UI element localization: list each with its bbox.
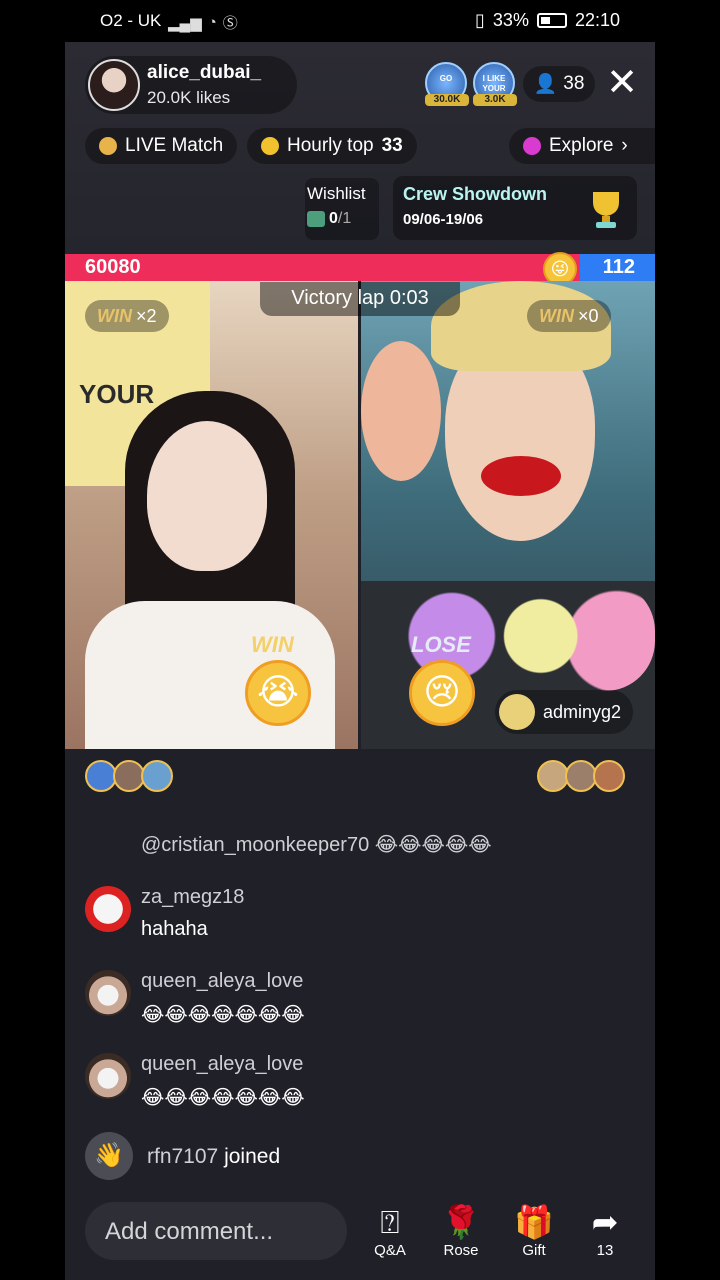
- opponent-name: adminyg2: [543, 701, 622, 722]
- supporter-avatar[interactable]: [593, 760, 625, 792]
- chevron-right-icon: ›: [621, 135, 628, 156]
- crying-pleading-emoji-icon: 😭: [245, 660, 311, 726]
- wave-icon: 👋: [85, 1132, 133, 1180]
- vibrate-icon: ▯: [475, 10, 485, 30]
- wifi-icon: ◔: [207, 14, 217, 31]
- live-stream-screen: alice_dubai_ 20.0K likes GO 30.0K I LIKE…: [65, 42, 655, 1280]
- host-avatar[interactable]: [88, 59, 140, 111]
- flame-icon: [261, 137, 279, 155]
- host-supporters[interactable]: [85, 760, 173, 792]
- host-likes: 20.0K likes: [147, 88, 231, 107]
- close-button[interactable]: ✕: [605, 64, 639, 102]
- clock: 22:10: [574, 10, 620, 30]
- lose-label: LOSE: [411, 632, 471, 657]
- wishlist-total: /1: [337, 210, 352, 227]
- chat-avatar[interactable]: [85, 970, 131, 1016]
- chat-username: za_megz18: [141, 886, 245, 908]
- badge-amount: 30.0K: [425, 94, 469, 106]
- chat-avatar[interactable]: [85, 886, 131, 932]
- comment-input[interactable]: Add comment...: [85, 1202, 347, 1260]
- rose-button[interactable]: 🌹 Rose: [431, 1202, 491, 1259]
- wishlist-label: Wishlist: [307, 184, 366, 203]
- chat-text: hahaha: [141, 918, 208, 940]
- share-arrow-icon: ➦: [591, 1204, 619, 1240]
- opponent-win-streak: WIN ×0: [527, 300, 611, 332]
- battle-score-bar: 60080 112 😜: [65, 252, 655, 286]
- badge-amount: 3.0K: [473, 94, 517, 106]
- status-bar: O2 - UK ▂▄▆ ◔ Ⓢ ▯ 33% 22:10: [0, 0, 720, 42]
- gift-icon: 🎁: [514, 1204, 554, 1240]
- app-icon: Ⓢ: [222, 15, 238, 32]
- host-video[interactable]: YOUR: [65, 281, 358, 749]
- wishlist-count: 0: [329, 210, 338, 227]
- carrier: O2 - UK: [100, 11, 162, 30]
- crying-emoji-icon: 😢: [409, 660, 475, 726]
- live-match-chip[interactable]: LIVE Match: [85, 128, 238, 164]
- chat-text: 😂😂😂😂😂😂😂: [141, 1087, 305, 1109]
- wishlist[interactable]: Wishlist 0/1: [305, 178, 379, 240]
- viewer-count[interactable]: 👤 38: [523, 66, 595, 102]
- host-win-streak: WIN ×2: [85, 300, 169, 332]
- opponent-video[interactable]: [361, 281, 655, 749]
- win-label: WIN: [251, 632, 294, 657]
- battery-icon: [536, 13, 567, 28]
- explore-chip[interactable]: Explore ›: [509, 128, 655, 164]
- battery-percent: 33%: [492, 10, 529, 30]
- opponent-avatar: [499, 694, 535, 730]
- share-button[interactable]: ➦ 13: [575, 1202, 635, 1259]
- chat-text: 😂😂😂😂😂😂😂: [141, 1004, 305, 1026]
- chat-avatar[interactable]: [85, 1053, 131, 1099]
- trophy-icon: [593, 192, 619, 228]
- gift-button[interactable]: 🎁 Gift: [504, 1202, 564, 1259]
- hourly-top-chip[interactable]: Hourly top 33: [247, 128, 417, 164]
- victory-lap-timer: Victory lap 0:03: [260, 282, 460, 316]
- hourly-rank: 33: [381, 135, 403, 156]
- host-score: 60080: [85, 256, 141, 278]
- crew-showdown-banner[interactable]: Crew Showdown 09/06-19/06: [393, 176, 637, 240]
- top-gifter-badge-2[interactable]: I LIKE YOUR 3.0K: [473, 62, 517, 106]
- host-profile[interactable]: alice_dubai_ 20.0K likes: [85, 56, 297, 114]
- signal-icon: ▂▄▆: [168, 14, 202, 32]
- chat-text: @cristian_moonkeeper70 😂😂😂😂😂: [141, 834, 492, 856]
- question-icon: ⍰: [380, 1204, 400, 1240]
- chat-username: queen_aleya_love: [141, 1053, 304, 1075]
- chat-username: queen_aleya_love: [141, 970, 304, 992]
- supporter-avatar[interactable]: [141, 760, 173, 792]
- top-gifter-badge-1[interactable]: GO 30.0K: [425, 62, 469, 106]
- gift-box-icon: [307, 211, 325, 227]
- explore-icon: [523, 137, 541, 155]
- opponent-tag[interactable]: adminyg2: [495, 690, 634, 734]
- match-icon: [99, 137, 117, 155]
- host-name: alice_dubai_: [147, 62, 262, 83]
- signal-icons: ▂▄▆ ◔ Ⓢ: [168, 12, 238, 33]
- opponent-score: 112: [602, 256, 635, 278]
- opponent-supporters[interactable]: [537, 760, 625, 792]
- joined-text: joined: [224, 1145, 281, 1168]
- person-icon: 👤: [533, 74, 558, 95]
- qa-button[interactable]: ⍰ Q&A: [360, 1202, 420, 1259]
- join-notice: 👋 rfn7107 joined: [85, 1132, 385, 1182]
- joined-username: rfn7107: [147, 1145, 219, 1168]
- rose-icon: 🌹: [441, 1204, 481, 1240]
